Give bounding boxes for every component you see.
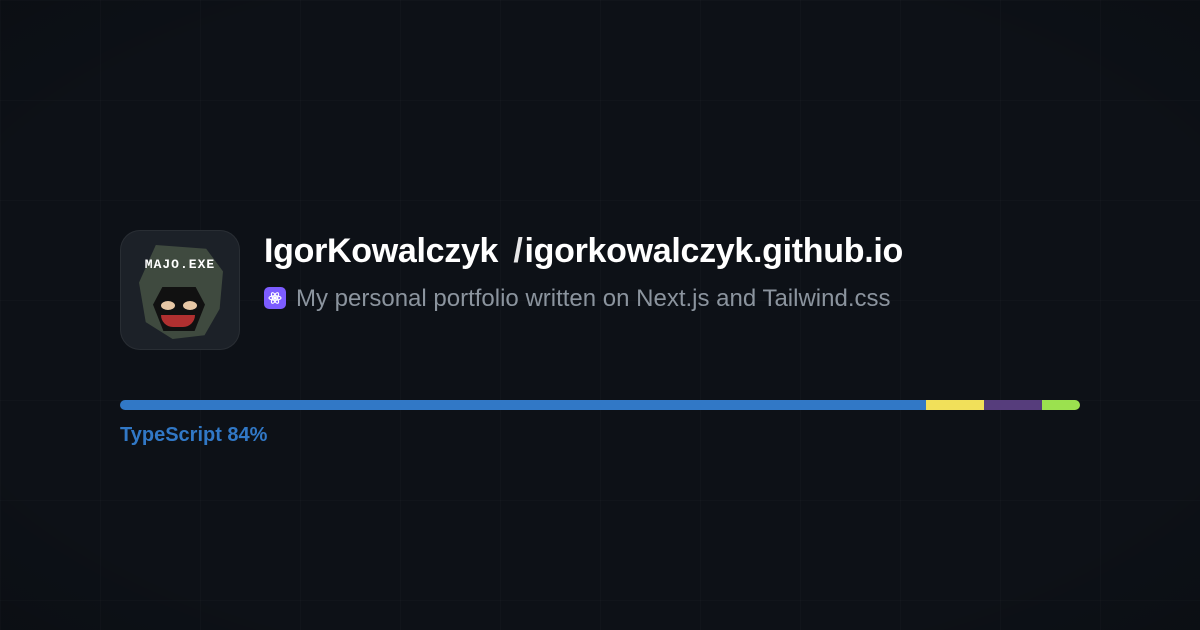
language-segment [984,400,1042,410]
primary-language-label: TypeScript 84% [120,424,1080,447]
language-bar [120,400,1080,410]
language-segment [120,400,926,410]
avatar-eye [183,301,197,310]
avatar-eye [161,301,175,310]
language-segment [1042,400,1080,410]
repo-description-row: My personal portfolio written on Next.js… [264,283,1080,315]
repo-name: igorkowalczyk.github.io [524,232,902,270]
repo-text: IgorKowalczyk /igorkowalczyk.github.io M… [264,230,1080,315]
repo-avatar: MAJO.EXE [120,230,240,350]
repo-card: MAJO.EXE IgorKowalczyk /igorkowalczyk.gi… [120,230,1080,350]
repo-title: IgorKowalczyk /igorkowalczyk.github.io [264,230,1080,273]
repo-separator: / [507,232,524,270]
atom-icon [264,287,286,309]
avatar-label: MAJO.EXE [121,257,239,272]
language-segment [926,400,984,410]
repo-owner: IgorKowalczyk [264,232,498,270]
language-bar-section: TypeScript 84% [120,400,1080,447]
repo-description: My personal portfolio written on Next.js… [296,283,891,315]
